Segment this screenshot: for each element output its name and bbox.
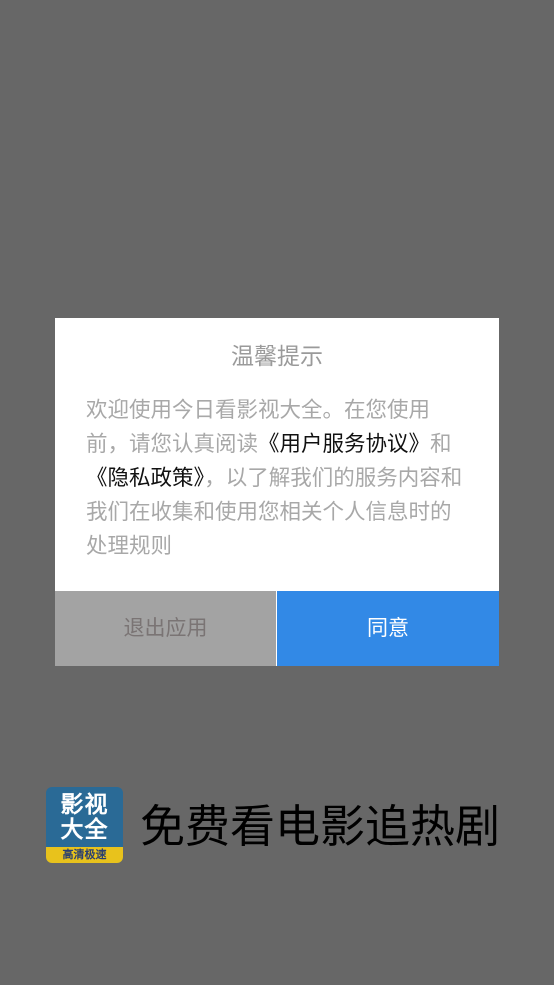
user-agreement-link[interactable]: 《用户服务协议》: [258, 432, 430, 457]
app-logo-text: 影视大全: [60, 792, 109, 843]
app-slogan: 免费看电影追热剧: [140, 800, 501, 853]
dialog-message: 欢迎使用今日看影视大全。在您使用前，请您认真阅读《用户服务协议》和《隐私政策》，…: [86, 394, 470, 564]
agree-button[interactable]: 同意: [277, 591, 499, 666]
dialog-button-bar: 退出应用 同意: [55, 591, 499, 666]
privacy-policy-link[interactable]: 《隐私政策》: [86, 466, 204, 491]
app-logo-band: 高清极速: [46, 847, 123, 863]
dialog-title: 温馨提示: [231, 344, 323, 370]
privacy-dialog: 温馨提示 欢迎使用今日看影视大全。在您使用前，请您认真阅读《用户服务协议》和《隐…: [55, 318, 499, 666]
exit-app-button[interactable]: 退出应用: [55, 591, 276, 666]
dialog-message-part2: 和: [430, 432, 452, 457]
app-logo: 影视大全 高清极速: [46, 787, 123, 863]
